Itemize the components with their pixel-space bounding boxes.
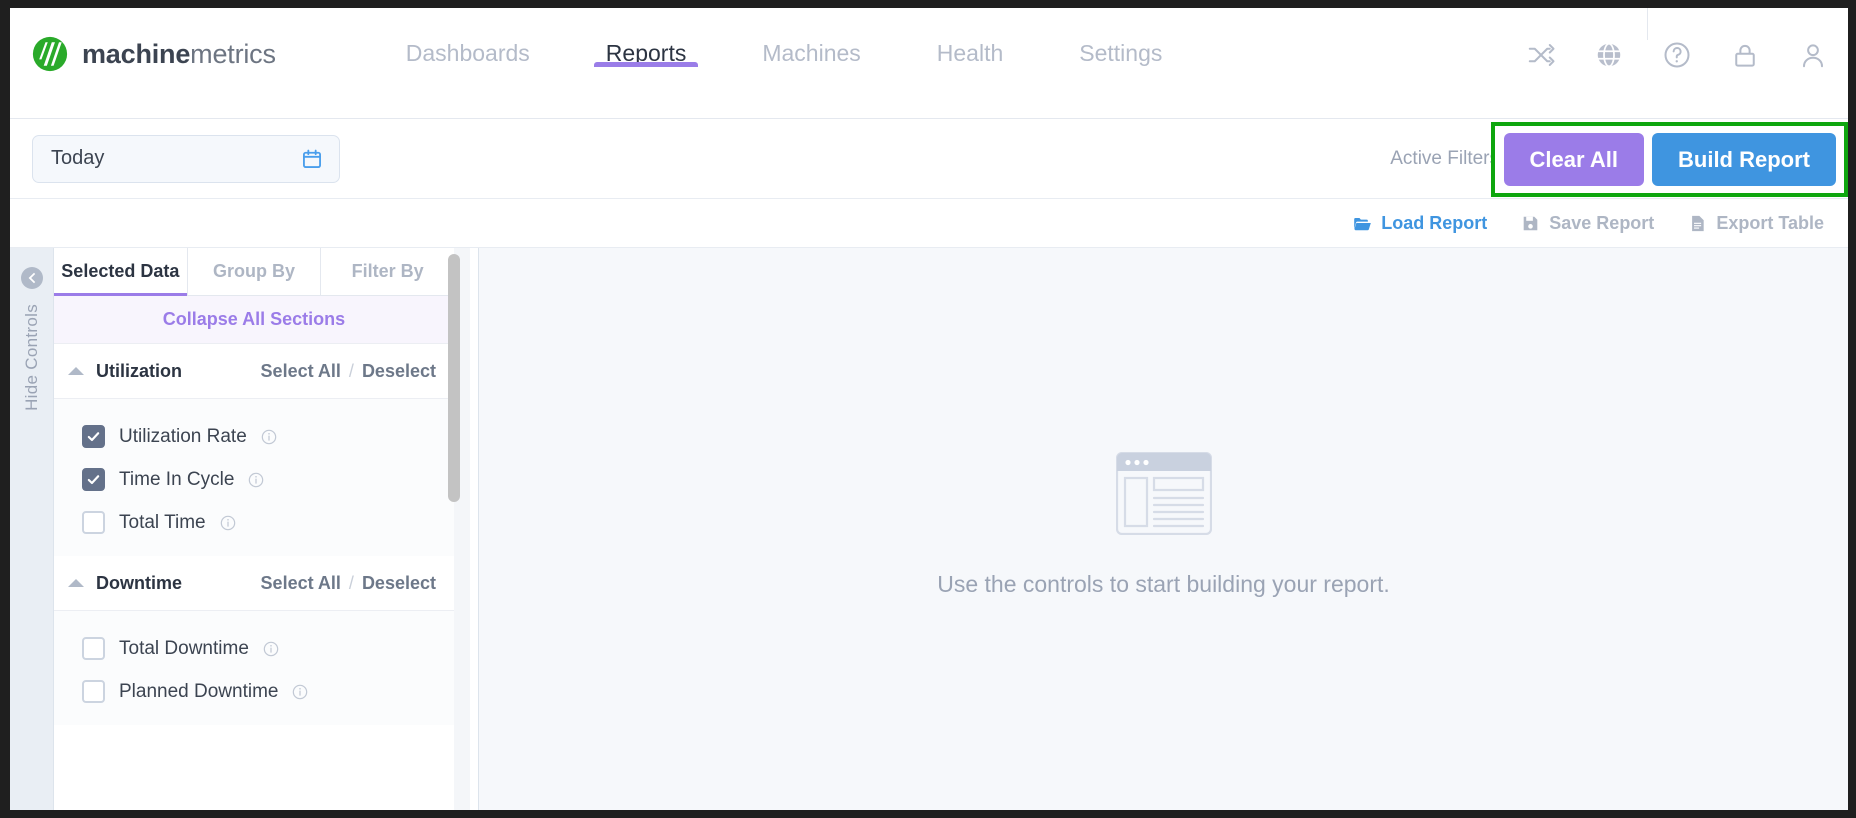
header-icon-group	[1526, 40, 1828, 70]
filter-bar: Today Active Filters Clear All Build Rep…	[10, 119, 1848, 199]
tab-selected-data[interactable]: Selected Data	[54, 248, 188, 296]
controls-panel: Selected Data Group By Filter By Collaps…	[54, 248, 479, 810]
section-title-utilization: Utilization	[96, 360, 182, 381]
section-select-links-downtime: Select All / Deselect	[261, 573, 436, 594]
info-icon[interactable]	[263, 641, 279, 657]
chevron-left-circle-icon	[20, 267, 43, 289]
checkbox-utilization-rate[interactable]	[82, 425, 105, 448]
save-report-label: Save Report	[1549, 212, 1655, 233]
brand-bold: machine	[82, 38, 191, 69]
clear-all-button[interactable]: Clear All	[1503, 133, 1644, 186]
deselect-utilization[interactable]: Deselect	[362, 361, 436, 382]
build-report-button[interactable]: Build Report	[1652, 133, 1836, 186]
brand-wordmark: machinemetrics	[82, 39, 276, 70]
section-body-downtime: Total Downtime Planned Downtime	[54, 611, 454, 725]
nav-item-health[interactable]: Health	[937, 8, 1003, 67]
nav-item-settings[interactable]: Settings	[1079, 8, 1162, 67]
check-icon	[87, 432, 100, 442]
select-links-separator: /	[348, 360, 354, 381]
section-select-links-utilization: Select All / Deselect	[261, 361, 436, 382]
active-filters-label: Active Filters	[1390, 148, 1499, 169]
checkbox-label-time-in-cycle: Time In Cycle	[119, 468, 235, 490]
empty-state-message: Use the controls to start building your …	[937, 570, 1390, 597]
document-icon	[1692, 215, 1704, 231]
calendar-icon	[303, 149, 321, 168]
folder-icon	[1354, 217, 1372, 230]
info-icon[interactable]	[292, 684, 308, 700]
checkbox-row-time-in-cycle[interactable]: Time In Cycle	[54, 458, 454, 501]
deselect-downtime[interactable]: Deselect	[362, 573, 436, 594]
report-placeholder-icon	[1115, 451, 1212, 535]
chevron-up-icon[interactable]	[68, 579, 84, 587]
nav-item-machines[interactable]: Machines	[762, 8, 860, 67]
user-icon[interactable]	[1798, 40, 1828, 70]
machinemetrics-logo-icon	[32, 36, 68, 72]
brand-logo[interactable]: machinemetrics	[32, 36, 276, 72]
chevron-up-icon[interactable]	[68, 367, 84, 375]
checkbox-label-total-downtime: Total Downtime	[119, 637, 249, 659]
app-body: Hide Controls Selected Data Group By Fil…	[10, 248, 1848, 810]
checkbox-total-downtime[interactable]	[82, 637, 105, 660]
tab-group-by[interactable]: Group By	[187, 248, 322, 295]
checkbox-row-utilization-rate[interactable]: Utilization Rate	[54, 415, 454, 458]
load-report-label: Load Report	[1381, 212, 1488, 233]
shuffle-icon[interactable]	[1526, 40, 1556, 70]
info-icon[interactable]	[261, 429, 277, 445]
checkbox-label-utilization-rate: Utilization Rate	[119, 425, 247, 447]
checkbox-row-total-downtime[interactable]: Total Downtime	[54, 627, 454, 670]
nav-item-dashboards[interactable]: Dashboards	[406, 8, 530, 67]
nav-item-reports[interactable]: Reports	[593, 8, 698, 67]
info-icon[interactable]	[220, 515, 236, 531]
controls-panel-scrollarea: Selected Data Group By Filter By Collaps…	[54, 248, 454, 810]
floppy-disk-icon	[1523, 216, 1538, 230]
section-header-utilization: Utilization Select All / Deselect	[54, 344, 454, 399]
hide-controls-toggle[interactable]: Hide Controls	[10, 248, 54, 810]
save-report-action[interactable]: Save Report	[1521, 213, 1654, 234]
controls-panel-scroll-track[interactable]	[448, 248, 470, 810]
report-action-row: Load Report Save Report Export Table	[10, 199, 1848, 248]
export-table-label: Export Table	[1716, 212, 1824, 233]
checkbox-label-planned-downtime: Planned Downtime	[119, 680, 279, 702]
load-report-action[interactable]: Load Report	[1353, 213, 1487, 234]
report-actions-highlight: Clear All Build Report	[1490, 122, 1848, 197]
report-content-area: Use the controls to start building your …	[479, 248, 1848, 810]
header-divider	[1647, 8, 1648, 40]
section-title-downtime: Downtime	[96, 572, 183, 593]
select-all-utilization[interactable]: Select All	[261, 361, 341, 382]
info-icon[interactable]	[248, 472, 264, 488]
date-range-value: Today	[51, 147, 105, 169]
globe-icon[interactable]	[1594, 40, 1624, 70]
checkbox-row-planned-downtime[interactable]: Planned Downtime	[54, 670, 454, 713]
brand-light: metrics	[190, 38, 276, 69]
check-icon	[87, 475, 100, 485]
lock-icon[interactable]	[1730, 40, 1760, 70]
date-range-picker[interactable]: Today	[32, 134, 340, 183]
app-header: machinemetrics Dashboards Reports Machin…	[10, 8, 1848, 119]
section-body-utilization: Utilization Rate Time In Cycle Total Tim…	[54, 399, 454, 556]
checkbox-label-total-time: Total Time	[119, 511, 206, 533]
help-icon[interactable]	[1662, 40, 1692, 70]
checkbox-time-in-cycle[interactable]	[82, 468, 105, 491]
checkbox-row-total-time[interactable]: Total Time	[54, 501, 454, 544]
checkbox-total-time[interactable]	[82, 511, 105, 534]
main-nav: Dashboards Reports Machines Health Setti…	[368, 8, 1201, 119]
checkbox-planned-downtime[interactable]	[82, 680, 105, 703]
tab-filter-by[interactable]: Filter By	[321, 248, 454, 295]
section-header-downtime: Downtime Select All / Deselect	[54, 556, 454, 611]
app-window: machinemetrics Dashboards Reports Machin…	[10, 8, 1848, 810]
export-table-action[interactable]: Export Table	[1688, 213, 1824, 234]
controls-panel-scrollbar-thumb[interactable]	[448, 254, 460, 502]
hide-controls-label: Hide Controls	[21, 304, 41, 411]
select-links-separator: /	[348, 572, 354, 593]
collapse-all-sections-button[interactable]: Collapse All Sections	[54, 296, 454, 344]
select-all-downtime[interactable]: Select All	[261, 573, 341, 594]
controls-tabs: Selected Data Group By Filter By	[54, 248, 454, 296]
empty-state: Use the controls to start building your …	[937, 451, 1390, 598]
